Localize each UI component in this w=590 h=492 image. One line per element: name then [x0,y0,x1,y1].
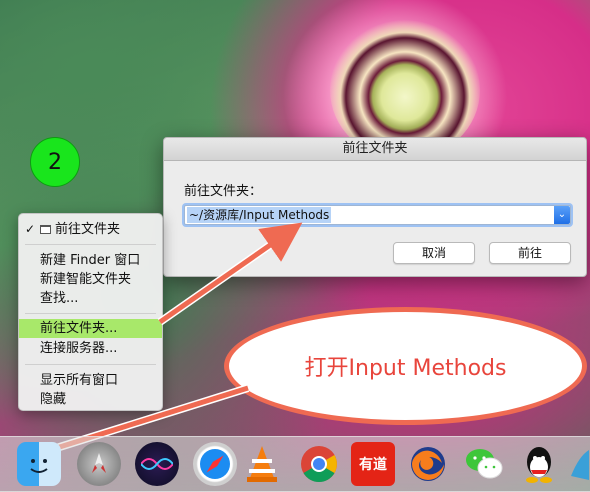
firefox-icon[interactable] [406,442,450,486]
menu-item-show-all-windows[interactable]: 显示所有窗口 [19,371,162,390]
menu-item-connect-server[interactable]: 连接服务器... [19,339,162,358]
window-icon [40,225,51,234]
path-label: 前往文件夹： [184,184,263,199]
callout-text: 打开Input Methods [304,356,507,381]
menu-item-hide[interactable]: 隐藏 [19,390,162,409]
path-combobox[interactable]: ~/资源库/Input Methods ⌄ [184,205,571,225]
step-badge: 2 [30,137,80,187]
menu-item-find[interactable]: 查找... [19,289,162,308]
menu-item-go-to-folder-window[interactable]: ✓ 前往文件夹 [19,220,162,239]
siri-icon[interactable] [135,442,179,486]
callout-bubble: 打开Input Methods [224,307,587,425]
chevron-down-icon[interactable]: ⌄ [554,206,570,224]
menu-separator [25,244,156,245]
menu-item-go-to-folder[interactable]: 前往文件夹... [19,319,162,338]
finder-icon[interactable] [17,442,61,486]
cancel-button[interactable]: 取消 [393,242,475,264]
go-button[interactable]: 前往 [489,242,571,264]
qq-icon[interactable] [517,442,561,486]
bird-app-icon[interactable] [568,442,590,486]
chrome-icon[interactable] [297,442,341,486]
go-to-folder-dialog: 前往文件夹 前往文件夹： ~/资源库/Input Methods ⌄ 取消 前往 [163,137,587,277]
vlc-icon[interactable] [240,442,284,486]
menu-item-label: 前往文件夹 [55,222,121,237]
wechat-icon[interactable] [462,442,506,486]
launchpad-icon[interactable] [77,442,121,486]
dialog-title: 前往文件夹 [164,138,586,161]
menu-item-new-smart-folder[interactable]: 新建智能文件夹 [19,270,162,289]
menu-separator [25,313,156,314]
menu-separator [25,364,156,365]
youdao-icon[interactable]: 有道 [351,442,395,486]
menu-item-new-finder-window[interactable]: 新建 Finder 窗口 [19,251,162,270]
path-input[interactable]: ~/资源库/Input Methods [187,207,332,223]
checkmark-icon: ✓ [25,222,36,236]
step-number: 2 [48,149,62,175]
finder-context-menu: ✓ 前往文件夹 新建 Finder 窗口 新建智能文件夹 查找... 前往文件夹.… [18,213,163,411]
youdao-label: 有道 [359,457,387,473]
safari-icon[interactable] [193,442,237,486]
